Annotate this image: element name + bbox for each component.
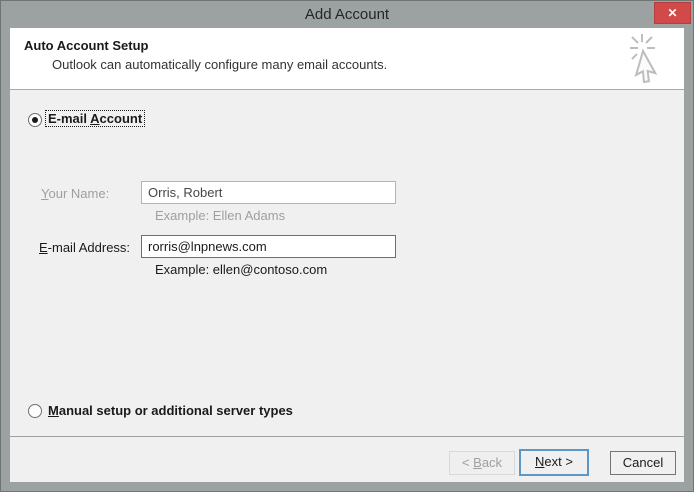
your-name-label: Your Name: — [41, 186, 109, 201]
manual-setup-radio[interactable] — [28, 404, 42, 418]
manual-setup-label[interactable]: Manual setup or additional server types — [48, 403, 293, 418]
next-button[interactable]: Next > — [519, 449, 589, 476]
add-account-dialog: Add Account ✕ Auto Account Setup Outlook… — [0, 0, 694, 492]
back-button: < Back — [449, 451, 515, 475]
wizard-header: Auto Account Setup Outlook can automatic… — [10, 28, 684, 90]
your-name-example: Example: Ellen Adams — [155, 208, 285, 223]
email-account-radio[interactable] — [28, 113, 42, 127]
email-address-label: E-mail Address: — [39, 240, 130, 255]
titlebar[interactable]: Add Account — [1, 1, 693, 28]
page-subtitle: Outlook can automatically configure many… — [52, 57, 387, 72]
close-button[interactable]: ✕ — [654, 2, 691, 24]
wizard-content: E-mail Account Your Name: Example: Ellen… — [10, 91, 684, 437]
button-bar: < Back Next > Cancel — [10, 436, 684, 482]
dialog-body: Auto Account Setup Outlook can automatic… — [10, 28, 684, 482]
email-address-input[interactable] — [141, 235, 396, 258]
auto-setup-sparkle-cursor-icon — [628, 32, 678, 90]
cancel-button[interactable]: Cancel — [610, 451, 676, 475]
email-address-example: Example: ellen@contoso.com — [155, 262, 327, 277]
email-account-label[interactable]: E-mail Account — [46, 111, 144, 126]
page-title: Auto Account Setup — [24, 38, 148, 53]
window-title: Add Account — [1, 1, 693, 28]
close-icon: ✕ — [667, 6, 677, 20]
your-name-input[interactable] — [141, 181, 396, 204]
